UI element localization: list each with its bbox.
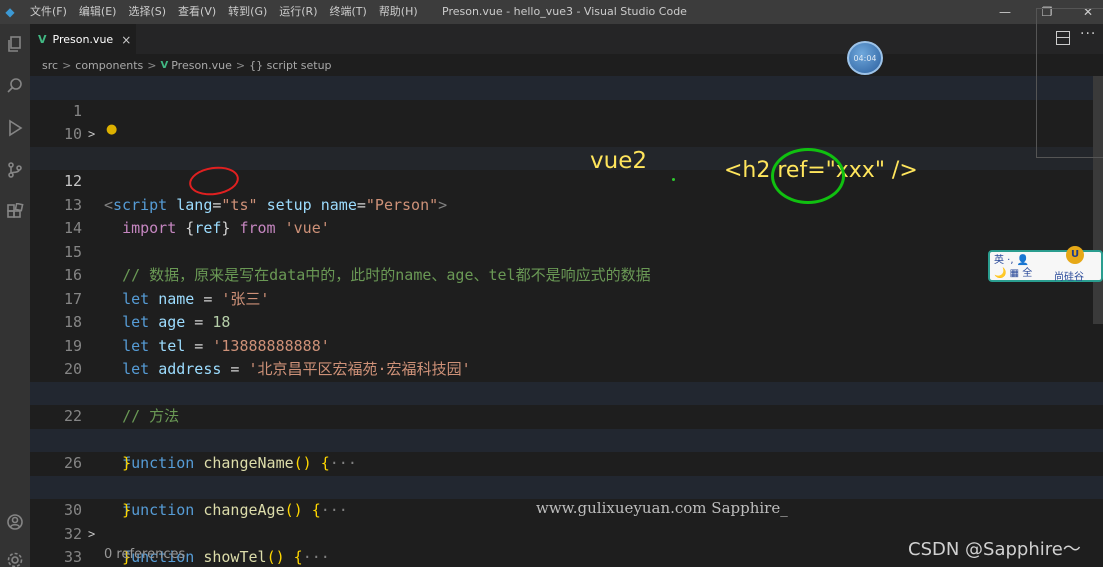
- line-number: 33: [63, 548, 82, 566]
- code-line[interactable]: 14: [30, 194, 1103, 237]
- minimize-button[interactable]: —: [990, 0, 1020, 24]
- vue-file-icon: V: [38, 33, 47, 46]
- title-bar: ◆ 文件(F) 编辑(E) 选择(S) 查看(V) 转到(G) 运行(R) 终端…: [0, 0, 1103, 24]
- code-line[interactable]: 15 // 数据，原来是写在data中的，此时的name、age、tel都不是响…: [30, 217, 1103, 285]
- source-control-icon[interactable]: [0, 156, 30, 184]
- menu-help[interactable]: 帮助(H): [373, 0, 424, 24]
- site-watermark: www.gulixueyuan.com Sapphire_: [536, 499, 788, 517]
- green-circle-annotation: [771, 148, 845, 204]
- annotation-dot: [672, 178, 675, 181]
- ime-controls[interactable]: 英 ·, 👤 🌙 ▦ 全: [994, 254, 1032, 280]
- menu-selection[interactable]: 选择(S): [122, 0, 172, 24]
- menu-edit[interactable]: 编辑(E): [73, 0, 123, 24]
- tab-close-button[interactable]: ×: [121, 33, 131, 47]
- code-line[interactable]: 18 let tel = '13888888888': [30, 288, 1103, 355]
- tab-label: Preson.vue: [52, 33, 114, 46]
- code-editor[interactable]: 1 > <template>··· 10 </template> 11 ● 12…: [30, 76, 1103, 567]
- breadcrumb: src > components > V Preson.vue > {} scr…: [30, 54, 332, 76]
- code-line[interactable]: 16 let name = '张三': [30, 241, 1103, 308]
- code-line[interactable]: 11: [30, 123, 1103, 167]
- breadcrumb-separator-icon: >: [62, 58, 72, 72]
- code-line[interactable]: 30 > function showTel() {···: [30, 475, 1103, 566]
- csdn-watermark: CSDN @Sapphire～: [908, 539, 1081, 560]
- breadcrumb-file[interactable]: Preson.vue: [171, 59, 232, 72]
- annotation-vue2: vue2: [590, 148, 647, 174]
- activity-bar: [0, 24, 30, 567]
- code-line[interactable]: 21 // 方法: [30, 358, 1103, 426]
- menu-terminal[interactable]: 终端(T): [324, 0, 373, 24]
- breadcrumb-src[interactable]: src: [42, 59, 58, 72]
- ime-row-bottom: 🌙 ▦ 全: [994, 268, 1033, 279]
- code-line[interactable]: 1 > <template>···: [30, 76, 1103, 167]
- vue-file-icon: V: [160, 59, 169, 71]
- overlay-frame: [1036, 8, 1103, 158]
- code-line[interactable]: 25 }: [30, 405, 1103, 473]
- ime-row-top: 英 ·, 👤: [994, 255, 1030, 266]
- search-icon[interactable]: [0, 72, 30, 100]
- menu-view[interactable]: 查看(V): [172, 0, 222, 24]
- tab-preson-vue[interactable]: V Preson.vue ×: [30, 24, 136, 54]
- code-line[interactable]: 20: [30, 335, 1103, 378]
- menu-file[interactable]: 文件(F): [24, 0, 73, 24]
- code-line[interactable]: 19 let address = '北京昌平区宏福苑·宏福科技园': [30, 311, 1103, 379]
- code-line[interactable]: 26 > function changeAge() {···: [30, 428, 1103, 519]
- breadcrumb-components[interactable]: components: [75, 59, 143, 72]
- explorer-icon[interactable]: [0, 30, 30, 58]
- lightbulb-icon[interactable]: ●: [106, 122, 117, 137]
- breadcrumb-separator-icon: >: [147, 58, 157, 72]
- menu-bar: 文件(F) 编辑(E) 选择(S) 查看(V) 转到(G) 运行(R) 终端(T…: [24, 0, 424, 24]
- extensions-icon[interactable]: [0, 198, 30, 226]
- code-line-current[interactable]: 12 <script lang="ts" setup name="Person"…: [30, 146, 1103, 214]
- window-title: Preson.vue - hello_vue3 - Visual Studio …: [442, 5, 687, 18]
- code-token: showTel: [203, 548, 267, 566]
- folded-ellipsis[interactable]: ···: [303, 548, 330, 566]
- breadcrumb-symbol[interactable]: {} script setup: [249, 59, 331, 72]
- timer-badge[interactable]: 04:04: [847, 41, 883, 75]
- code-line[interactable]: 10 </template>: [30, 100, 1103, 167]
- ime-brand: 尚硅谷: [1054, 272, 1084, 283]
- vscode-logo-icon[interactable]: ◆: [0, 0, 20, 24]
- menu-go[interactable]: 转到(G): [222, 0, 273, 24]
- run-debug-icon[interactable]: [0, 114, 30, 142]
- settings-gear-icon[interactable]: [0, 546, 30, 567]
- menu-run[interactable]: 运行(R): [273, 0, 323, 24]
- code-line[interactable]: 29 }: [30, 452, 1103, 520]
- ime-logo-icon: U: [1066, 246, 1084, 264]
- references-codelens[interactable]: 0 references: [104, 547, 185, 562]
- tab-bar: V Preson.vue × ···: [30, 24, 1103, 54]
- code-line[interactable]: 17 let age = 18: [30, 264, 1103, 332]
- code-line[interactable]: 22 > function changeName() {···: [30, 381, 1103, 472]
- breadcrumb-separator-icon: >: [235, 58, 246, 72]
- ime-toolbar[interactable]: 英 ·, 👤 🌙 ▦ 全 U 尚硅谷: [988, 246, 1103, 283]
- account-icon[interactable]: [0, 508, 30, 536]
